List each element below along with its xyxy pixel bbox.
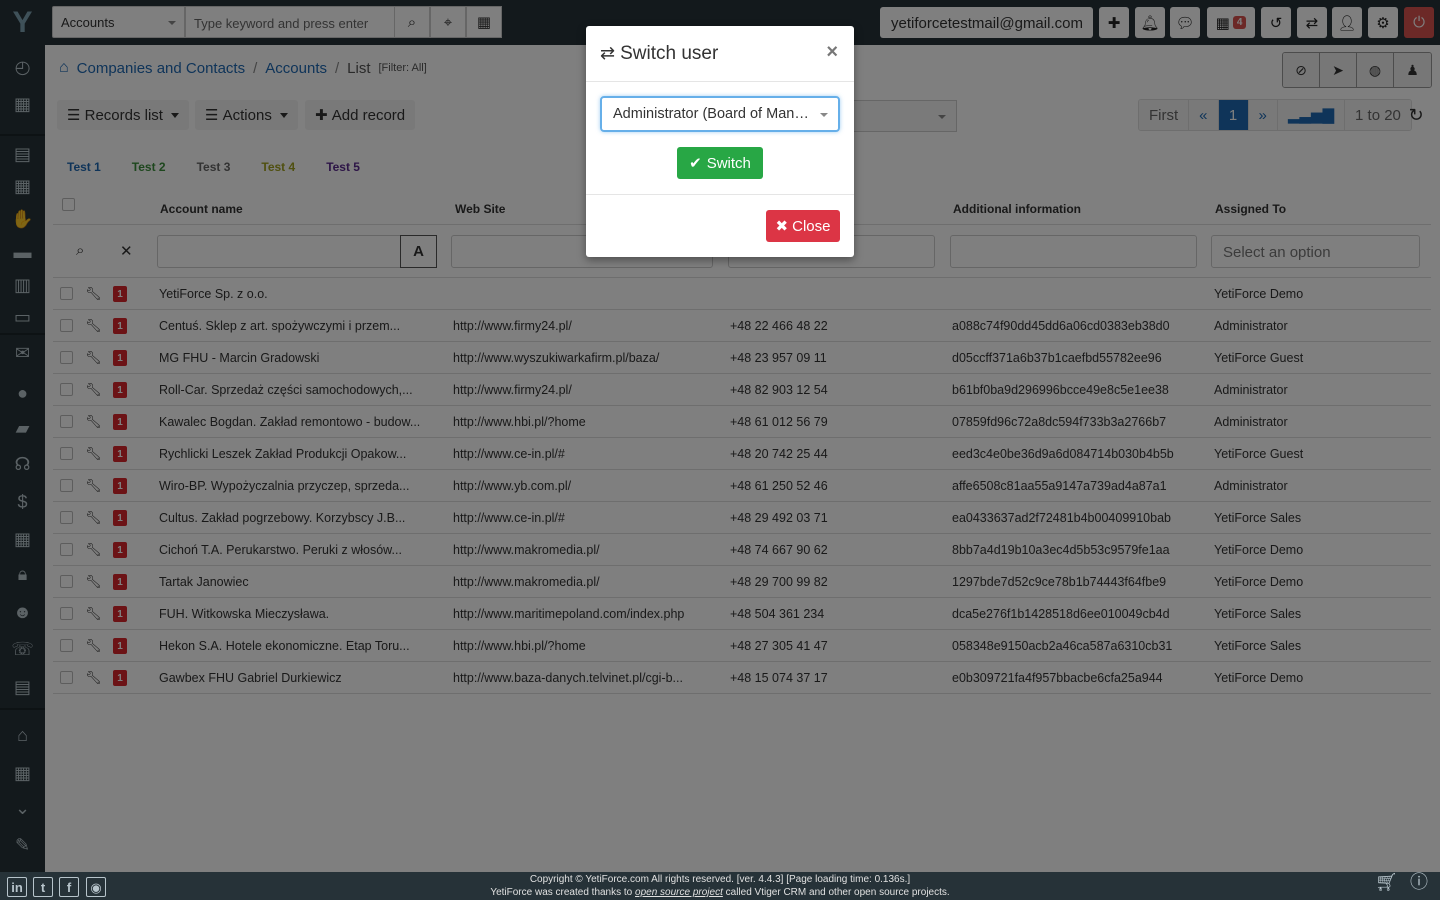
twitter-icon[interactable]: t: [33, 877, 53, 897]
copyright-text: Copyright © YetiForce.com All rights res…: [529, 874, 911, 885]
info-icon[interactable]: ⓘ: [1410, 873, 1428, 891]
switch-arrows-icon: ⇄: [600, 43, 616, 63]
close-button[interactable]: ✖ Close: [766, 210, 840, 242]
github-icon[interactable]: ◉: [86, 877, 106, 897]
credits-text: YetiForce was created thanks to open sou…: [490, 887, 950, 898]
modal-header: ⇄ Switch user: [586, 26, 854, 82]
close-x-icon: ✖: [775, 218, 789, 235]
cart-icon[interactable]: 🛒︎: [1375, 873, 1398, 891]
open-source-link[interactable]: open source project: [635, 887, 723, 898]
user-select[interactable]: Administrator (Board of Management): [600, 96, 840, 132]
switch-user-modal: ⇄ Switch user × Administrator (Board of …: [586, 26, 854, 257]
modal-footer: ✖ Close: [586, 194, 854, 257]
modal-title: Switch user: [620, 42, 719, 64]
switch-button[interactable]: ✔ Switch: [677, 147, 763, 179]
facebook-icon[interactable]: f: [59, 877, 79, 897]
footer: in t f ◉ Copyright © YetiForce.com All r…: [0, 872, 1440, 900]
check-icon: ✔: [689, 155, 702, 172]
linkedin-icon[interactable]: in: [7, 877, 27, 897]
modal-close-icon[interactable]: ×: [826, 41, 838, 64]
